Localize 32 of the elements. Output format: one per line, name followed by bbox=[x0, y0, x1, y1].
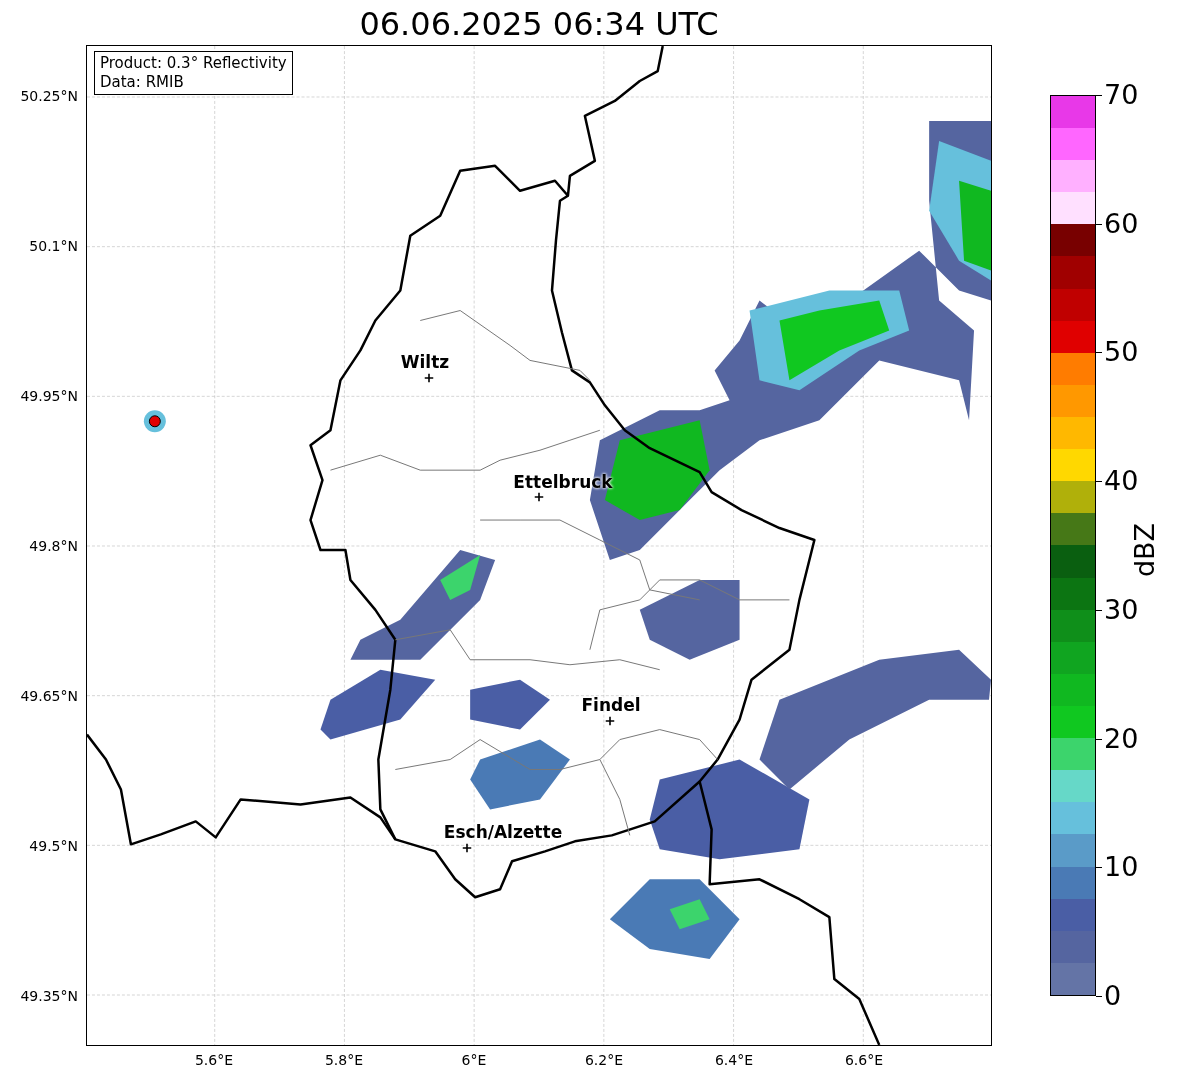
colorbar-tick-label: 20 bbox=[1104, 723, 1139, 754]
axis-tick-label: 49.95°N bbox=[20, 386, 78, 406]
axis-tick-label: 49.35°N bbox=[20, 986, 78, 1006]
city-label: Wiltz bbox=[400, 352, 450, 372]
city-label: Esch/Alzette bbox=[443, 822, 563, 842]
legend-text: Data: RMIB bbox=[100, 73, 185, 92]
plus-marker-icon bbox=[424, 373, 434, 383]
axis-tick-label: 50.25°N bbox=[20, 86, 78, 106]
colorbar-tick-label: 70 bbox=[1104, 80, 1139, 110]
axis-tick-label: 49.8°N bbox=[29, 536, 78, 556]
plus-marker-icon bbox=[462, 843, 472, 853]
axis-tick-label: 6.6°E bbox=[844, 1051, 884, 1070]
colorbar-tick-label: 50 bbox=[1104, 337, 1139, 368]
plus-marker-icon bbox=[534, 492, 544, 502]
axis-tick-label: 6.2°E bbox=[584, 1051, 624, 1070]
colorbar-title: dBZ bbox=[1127, 522, 1161, 578]
colorbar-tick-label: 60 bbox=[1104, 208, 1139, 239]
axis-tick-label: 5.6°E bbox=[194, 1051, 234, 1070]
colorbar-tick-label: 30 bbox=[1104, 594, 1139, 625]
colorbar-tick-label: 40 bbox=[1104, 466, 1139, 497]
plus-marker-icon bbox=[605, 716, 615, 726]
colorbar-tick-label: 10 bbox=[1104, 852, 1139, 883]
axis-tick-label: 6.4°E bbox=[714, 1051, 754, 1070]
axis-tick-label: 5.8°E bbox=[324, 1051, 364, 1070]
axis-tick-label: 50.1°N bbox=[29, 236, 78, 256]
axis-tick-label: 6°E bbox=[461, 1051, 487, 1070]
chart-title: 06.06.2025 06:34 UTC bbox=[358, 4, 720, 45]
colorbar-tick-label: 0 bbox=[1104, 981, 1122, 1011]
axis-tick-label: 49.5°N bbox=[29, 836, 78, 856]
city-label: Findel bbox=[581, 695, 641, 715]
legend-text: Product: 0.3° Reflectivity bbox=[100, 54, 287, 73]
axis-tick-label: 49.65°N bbox=[20, 686, 78, 706]
